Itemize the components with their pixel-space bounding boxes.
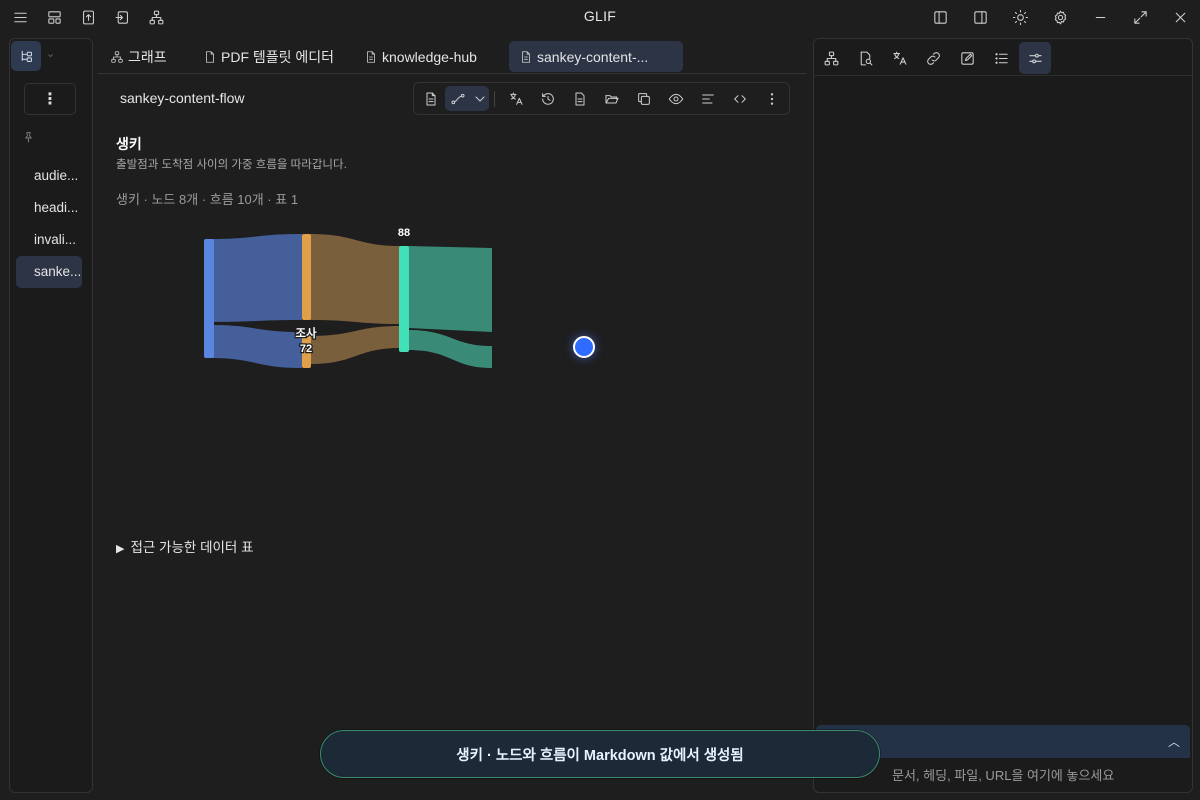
sankey-node[interactable] <box>399 246 409 352</box>
title-bar: GLIF <box>0 0 1200 34</box>
tab-sankey-content-flow[interactable]: sankey-content-... <box>509 41 683 72</box>
left-sidebar: ⌄ ⋮ audie... headi... invali... sanke... <box>9 38 93 793</box>
tab-label: sankey-content-... <box>537 48 649 65</box>
file-item-heading[interactable]: headi... <box>16 192 82 224</box>
list-icon[interactable] <box>985 42 1017 74</box>
pointer-cursor-indicator <box>573 336 595 358</box>
expand-triangle-icon: ▶ <box>116 543 125 555</box>
tab-graph[interactable]: 그래프 <box>100 41 177 72</box>
maximize-icon[interactable] <box>1124 1 1156 33</box>
graph-view-icon[interactable] <box>815 42 847 74</box>
right-sidebar-toolbar <box>814 39 1192 76</box>
more-options-icon[interactable] <box>757 83 787 114</box>
sun-icon[interactable] <box>1004 1 1036 33</box>
file-icon <box>367 50 375 63</box>
sankey-flow[interactable] <box>408 246 492 332</box>
sankey-flow[interactable] <box>310 326 400 364</box>
file-icon <box>522 50 530 63</box>
edit-icon[interactable] <box>951 42 983 74</box>
file-upload-icon[interactable] <box>72 1 104 33</box>
align-left-icon[interactable] <box>693 83 723 114</box>
copy-icon[interactable] <box>629 83 659 114</box>
chevron-down-icon[interactable] <box>465 83 495 114</box>
source-file-icon[interactable] <box>416 83 446 114</box>
file-search-icon[interactable] <box>849 42 881 74</box>
layout-icon[interactable] <box>38 1 70 33</box>
sankey-heading: 생키 <box>116 136 142 152</box>
sankey-node-label: 조사 <box>295 326 317 340</box>
hierarchy-icon[interactable] <box>140 1 172 33</box>
toolbar-divider <box>494 91 495 107</box>
import-icon[interactable] <box>106 1 138 33</box>
sankey-meta: 생키 · 노드 8개 · 흐름 10개 · 표 1 <box>116 192 299 207</box>
sankey-description: 출발점과 도착점 사이의 가중 흐름을 따라갑니다. <box>116 159 347 171</box>
close-icon[interactable] <box>1164 1 1196 33</box>
data-table-toggle-label: 접근 가능한 데이터 표 <box>130 540 254 555</box>
graph-icon <box>111 50 123 63</box>
eye-icon[interactable] <box>661 83 691 114</box>
document-title: sankey-content-flow <box>120 90 245 106</box>
sankey-node-label: 88 <box>398 227 410 239</box>
tab-pdf-template-editor[interactable]: PDF 템플릿 에디터 <box>193 41 344 72</box>
file-tree-icon <box>21 50 32 62</box>
sankey-flow[interactable] <box>210 234 302 322</box>
drop-zone-hint[interactable]: 문서, 헤딩, 파일, URL을 여기에 놓으세요 <box>892 765 1114 784</box>
folder-open-icon[interactable] <box>597 83 627 114</box>
chevron-up-icon[interactable]: ︿ <box>1168 733 1180 750</box>
tab-label: 그래프 <box>128 48 167 65</box>
tab-bar: 그래프 PDF 템플릿 에디터 knowledge-hub sankey-con… <box>98 38 806 74</box>
right-sidebar: 0 ︿ 문서, 헤딩, 파일, URL을 여기에 놓으세요 <box>813 38 1193 793</box>
file-item-audience[interactable]: audie... <box>16 160 82 192</box>
right-sidebar-toggle-icon[interactable] <box>964 1 996 33</box>
sankey-flow[interactable] <box>210 325 302 368</box>
settings-gear-icon[interactable] <box>1044 1 1076 33</box>
code-icon[interactable] <box>725 83 755 114</box>
sankey-chart[interactable]: 88 조사 72 <box>196 218 506 383</box>
sankey-node-label: 72 <box>300 343 312 355</box>
left-sidebar-toggle-icon[interactable] <box>924 1 956 33</box>
document-toolbar <box>413 82 790 115</box>
menu-icon[interactable] <box>4 1 36 33</box>
file-icon <box>206 50 214 63</box>
file-item-sankey[interactable]: sanke... <box>16 256 82 288</box>
accessible-data-table-toggle[interactable]: ▶ 접근 가능한 데이터 표 <box>116 536 254 556</box>
tab-label: PDF 템플릿 에디터 <box>221 48 335 65</box>
link-icon[interactable] <box>917 42 949 74</box>
minimize-icon[interactable] <box>1084 1 1116 33</box>
sankey-node[interactable] <box>204 239 214 358</box>
document-icon[interactable] <box>565 83 595 114</box>
tab-label: knowledge-hub <box>382 48 477 65</box>
pin-icon[interactable] <box>22 131 35 144</box>
sankey-flow[interactable] <box>408 330 492 368</box>
tab-knowledge-hub[interactable]: knowledge-hub <box>354 41 487 72</box>
file-item-invalid[interactable]: invali... <box>16 224 82 256</box>
file-tree-tab[interactable] <box>11 41 41 71</box>
translate-icon[interactable] <box>883 42 915 74</box>
history-icon[interactable] <box>533 83 563 114</box>
more-tabs-chevron-icon[interactable]: ⌄ <box>46 47 55 60</box>
sankey-node[interactable] <box>302 234 311 320</box>
sidebar-menu-button[interactable]: ⋮ <box>24 83 76 115</box>
translate-icon[interactable] <box>501 83 531 114</box>
notification-toast: 생키 · 노드와 흐름이 Markdown 값에서 생성됨 <box>320 730 880 778</box>
settings-sliders-icon[interactable] <box>1019 42 1051 74</box>
sankey-flow[interactable] <box>310 234 400 324</box>
